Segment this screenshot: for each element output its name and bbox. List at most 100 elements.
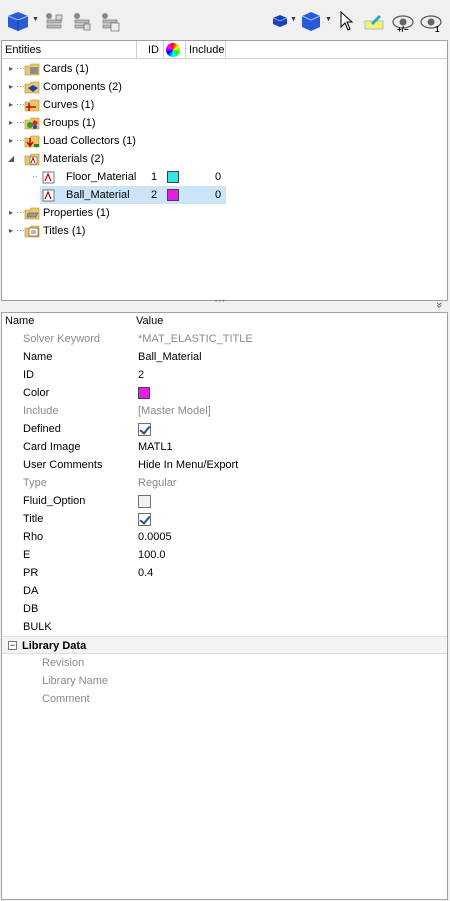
prop-name: E (23, 549, 31, 561)
tree-item-load-collectors[interactable]: ▸ ··· Load Collectors (1) (2, 132, 442, 150)
materials-folder-icon (24, 153, 40, 166)
components-folder-icon (24, 81, 40, 94)
prop-name: Comment (42, 693, 90, 705)
defined-checkbox[interactable] (138, 423, 151, 436)
name-column-header[interactable]: Name (5, 315, 34, 327)
tree-item-label: Titles (1) (43, 225, 86, 237)
prop-row-revision: Revision (2, 654, 447, 672)
value-column-header[interactable]: Value (136, 315, 163, 327)
collapse-icon[interactable]: ◢ (8, 154, 17, 163)
prop-row-library-name: Library Name (2, 672, 447, 690)
fluid-option-checkbox[interactable] (138, 495, 151, 508)
tree-item-label: Properties (1) (43, 207, 110, 219)
tree-item-label: Floor_Material (66, 171, 137, 183)
highlight-icon[interactable] (362, 12, 386, 32)
tree-config-2-icon[interactable] (70, 10, 94, 34)
prop-name: BULK (23, 621, 52, 633)
prop-row-fluid-option[interactable]: Fluid_Option (2, 492, 447, 510)
title-checkbox[interactable] (138, 513, 151, 526)
tree-item-label: Curves (1) (43, 99, 95, 111)
prop-row-title[interactable]: Title (2, 510, 447, 528)
prop-row-id[interactable]: ID 2 (2, 366, 447, 384)
entities-column-header[interactable]: Entities (2, 41, 137, 59)
prop-row-da[interactable]: DA (2, 582, 447, 600)
prop-row-defined[interactable]: Defined (2, 420, 447, 438)
eye-one-label: 1 (435, 25, 440, 34)
eye-one-icon[interactable] (418, 8, 444, 36)
prop-row-user-comments[interactable]: User Comments Hide In Menu/Export (2, 456, 447, 474)
chevron-down-icon[interactable]: ▼ (32, 16, 39, 23)
panel-splitter[interactable]: • • • » (0, 299, 450, 312)
prop-value[interactable]: Hide In Menu/Export (138, 456, 238, 474)
prop-row-pr[interactable]: PR 0.4 (2, 564, 447, 582)
prop-row-include: Include [Master Model] (2, 402, 447, 420)
tree-item-properties[interactable]: ▸ ··· Properties (1) (2, 204, 442, 222)
tree-item-curves[interactable]: ▸ ··· Curves (1) (2, 96, 442, 114)
color-column-header[interactable] (164, 41, 186, 59)
prop-row-bulk[interactable]: BULK (2, 618, 447, 636)
tree-item-ball-material[interactable]: Ball_Material 2 0 (40, 186, 226, 204)
chevron-down-icon[interactable]: ▼ (290, 16, 297, 23)
prop-value[interactable]: 2 (138, 366, 144, 384)
prop-name: Solver Keyword (23, 333, 101, 345)
small-cube-icon[interactable] (270, 12, 290, 30)
entity-tree-panel: Entities ID Include ▸ ··· Cards (1) ▸ ··… (1, 40, 448, 301)
tree-item-label: Load Collectors (1) (43, 135, 136, 147)
tree-item-components[interactable]: ▸ ··· Components (2) (2, 78, 442, 96)
id-column-header[interactable]: ID (137, 41, 164, 59)
tree-item-cards[interactable]: ▸ ··· Cards (1) (2, 60, 442, 78)
collapse-section-icon[interactable]: − (8, 641, 17, 650)
chevron-down-icon[interactable]: ▼ (325, 16, 332, 23)
tree-item-label: Components (2) (43, 81, 122, 93)
prop-row-db[interactable]: DB (2, 600, 447, 618)
color-swatch[interactable] (167, 171, 179, 183)
cube-view-icon[interactable] (298, 9, 324, 33)
section-title: Library Data (22, 640, 87, 652)
prop-row-color[interactable]: Color (2, 384, 447, 402)
prop-value[interactable]: Ball_Material (138, 348, 202, 366)
tree-config-3-icon[interactable] (98, 10, 122, 34)
collapse-arrow-icon[interactable]: » (433, 302, 445, 308)
prop-value: Regular (138, 477, 177, 489)
prop-name: Fluid_Option (23, 495, 86, 507)
prop-value[interactable]: 0.4 (138, 564, 153, 582)
prop-row-rho[interactable]: Rho 0.0005 (2, 528, 447, 546)
color-wheel-icon (166, 43, 180, 57)
cube-icon[interactable] (4, 9, 32, 33)
cards-folder-icon (24, 63, 40, 76)
color-swatch[interactable] (167, 189, 179, 201)
tree-config-icon[interactable] (42, 10, 66, 34)
splitter-grip[interactable]: • • • (215, 299, 225, 305)
prop-name: ID (23, 369, 34, 381)
tree-item-titles[interactable]: ▸ ··· Titles (1) (2, 222, 442, 240)
prop-row-solver-keyword: Solver Keyword *MAT_ELASTIC_TITLE (2, 330, 447, 348)
tree-connector: ·· (32, 171, 38, 181)
color-swatch[interactable] (138, 387, 150, 399)
tree-header: Entities ID Include (2, 41, 447, 59)
prop-name: Include (23, 405, 59, 417)
tree-item-groups[interactable]: ▸ ··· Groups (1) (2, 114, 442, 132)
tree-item-include: 0 (215, 189, 222, 201)
prop-row-card-image[interactable]: Card Image MATL1 (2, 438, 447, 456)
prop-value[interactable]: 0.0005 (138, 528, 172, 546)
prop-value[interactable]: MATL1 (138, 438, 173, 456)
tree-item-floor-material[interactable]: ·· Floor_Material 1 0 (2, 168, 442, 186)
prop-name: Type (23, 477, 47, 489)
tree-item-materials[interactable]: ◢ Materials (2) (2, 150, 442, 168)
prop-name: Color (23, 387, 50, 399)
library-data-section[interactable]: − Library Data (2, 636, 447, 654)
prop-row-name[interactable]: Name Ball_Material (2, 348, 447, 366)
tree-item-id: 2 (151, 189, 158, 201)
material-icon (42, 171, 58, 184)
prop-name: Library Name (42, 675, 109, 687)
prop-value[interactable]: 100.0 (138, 546, 166, 564)
properties-folder-icon (24, 207, 40, 220)
include-column-header[interactable]: Include (186, 41, 226, 59)
prop-row-e[interactable]: E 100.0 (2, 546, 447, 564)
property-grid: Name Value Solver Keyword *MAT_ELASTIC_T… (1, 312, 448, 900)
prop-name: User Comments (23, 459, 103, 471)
prop-name: Revision (42, 657, 85, 669)
cursor-icon[interactable] (338, 10, 356, 32)
prop-name: Name (23, 351, 53, 363)
prop-name: Rho (23, 531, 44, 543)
